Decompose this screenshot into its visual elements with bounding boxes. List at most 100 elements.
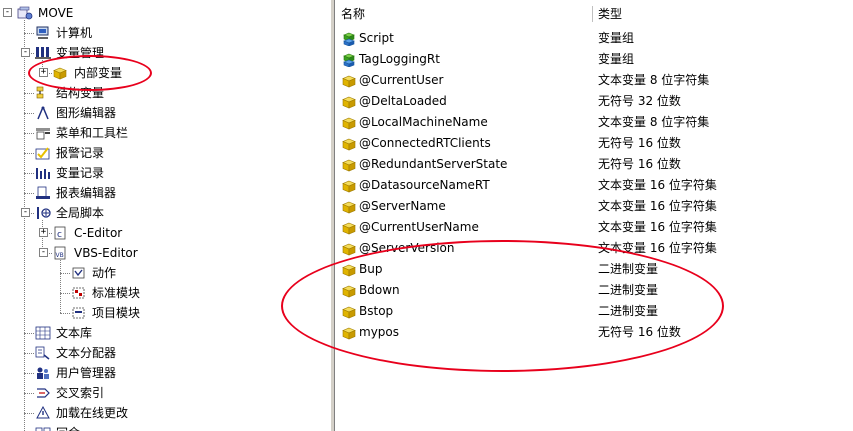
tag-name-cell: Bdown bbox=[359, 283, 400, 297]
table-row[interactable]: TagLoggingRt 变量组 bbox=[335, 49, 853, 70]
tree-item-label: 菜单和工具栏 bbox=[56, 126, 129, 140]
tag-name-cell: @CurrentUserName bbox=[359, 220, 479, 234]
tree-item-label: 文本分配器 bbox=[56, 346, 117, 360]
c-editor-icon: c bbox=[53, 226, 69, 240]
tree-item-6[interactable]: 图形编辑器 bbox=[0, 103, 330, 123]
tree-item-13[interactable]: - VB VBS-Editor bbox=[0, 243, 330, 263]
tree-item-12[interactable]: + c C-Editor bbox=[0, 223, 330, 243]
computer-project-icon bbox=[17, 6, 33, 20]
column-header-type[interactable]: 类型 bbox=[592, 4, 853, 24]
tag-name-cell: Bup bbox=[359, 262, 383, 276]
table-row[interactable]: Bdown 二进制变量 bbox=[335, 280, 853, 301]
tag-type-cell: 二进制变量 bbox=[598, 283, 659, 297]
tag-name-cell: @ServerVersion bbox=[359, 241, 455, 255]
table-row[interactable]: @LocalMachineName 文本变量 8 位字符集 bbox=[335, 112, 853, 133]
project-tree-pane[interactable]: - MOVE 计算机 - 变量管理 + 内部变量结构变量图形编辑器菜单和工具栏报警记录变量记… bbox=[0, 0, 330, 431]
tag-name-cell: @DatasourceNameRT bbox=[359, 178, 490, 192]
tree-expand-icon[interactable]: + bbox=[39, 68, 48, 77]
table-row[interactable]: @ServerVersion 文本变量 16 位字符集 bbox=[335, 238, 853, 259]
menu-toolbar-icon bbox=[35, 126, 51, 140]
tree-collapse-icon[interactable]: - bbox=[21, 208, 30, 217]
tree-item-label: 全局脚本 bbox=[56, 206, 105, 220]
tag-name-cell: @DeltaLoaded bbox=[359, 94, 447, 108]
tag-cube-icon bbox=[342, 221, 356, 235]
graphics-editor-icon bbox=[35, 106, 51, 120]
tag-type-cell: 文本变量 16 位字符集 bbox=[598, 241, 717, 255]
tag-name-cell: @LocalMachineName bbox=[359, 115, 488, 129]
tree-item-label: 变量记录 bbox=[56, 166, 105, 180]
tree-collapse-icon[interactable]: - bbox=[3, 8, 12, 17]
tree-item-22[interactable]: 冗余 bbox=[0, 423, 330, 431]
tree-item-17[interactable]: 文本库 bbox=[0, 323, 330, 343]
table-row[interactable]: @RedundantServerState 无符号 16 位数 bbox=[335, 154, 853, 175]
tree-item-label: 结构变量 bbox=[56, 86, 105, 100]
tree-item-4[interactable]: + 内部变量 bbox=[0, 63, 330, 83]
tag-cube-icon bbox=[342, 95, 356, 109]
table-row[interactable]: @DeltaLoaded 无符号 32 位数 bbox=[335, 91, 853, 112]
tag-type-cell: 二进制变量 bbox=[598, 262, 659, 276]
global-script-icon bbox=[35, 206, 51, 220]
tag-list-pane[interactable]: 名称 类型 Script 变量组 TagLoggingRt 变量组 @CurrentUs… bbox=[335, 0, 853, 431]
tree-item-10[interactable]: 报表编辑器 bbox=[0, 183, 330, 203]
tree-item-18[interactable]: 文本分配器 bbox=[0, 343, 330, 363]
table-row[interactable]: @ServerName 文本变量 16 位字符集 bbox=[335, 196, 853, 217]
tree-collapse-icon[interactable]: - bbox=[39, 248, 48, 257]
tag-type-cell: 变量组 bbox=[598, 31, 635, 45]
tag-type-cell: 无符号 32 位数 bbox=[598, 94, 681, 108]
tree-item-label: VBS-Editor bbox=[74, 246, 138, 260]
tree-item-11[interactable]: - 全局脚本 bbox=[0, 203, 330, 223]
tree-item-label: 变量管理 bbox=[56, 46, 105, 60]
table-row[interactable]: mypos 无符号 16 位数 bbox=[335, 322, 853, 343]
tag-type-cell: 文本变量 16 位字符集 bbox=[598, 220, 717, 234]
tag-type-cell: 文本变量 8 位字符集 bbox=[598, 115, 710, 129]
list-header: 名称 类型 bbox=[335, 4, 853, 24]
tag-name-cell: @ServerName bbox=[359, 199, 446, 213]
tree-item-21[interactable]: 加载在线更改 bbox=[0, 403, 330, 423]
tag-group-icon bbox=[342, 53, 356, 68]
tree-item-20[interactable]: 交叉索引 bbox=[0, 383, 330, 403]
tree-item-2[interactable]: 计算机 bbox=[0, 23, 330, 43]
tree-item-label: 项目模块 bbox=[92, 306, 141, 320]
svg-text:c: c bbox=[57, 230, 62, 240]
tree-item-19[interactable]: 用户管理器 bbox=[0, 363, 330, 383]
action-icon bbox=[71, 266, 87, 280]
tree-collapse-icon[interactable]: - bbox=[21, 48, 30, 57]
tree-item-1[interactable]: - MOVE bbox=[0, 3, 330, 23]
tag-type-cell: 无符号 16 位数 bbox=[598, 157, 681, 171]
tree-item-9[interactable]: 变量记录 bbox=[0, 163, 330, 183]
tree-item-14[interactable]: 动作 bbox=[0, 263, 330, 283]
tree-item-3[interactable]: - 变量管理 bbox=[0, 43, 330, 63]
tree-item-label: 冗余 bbox=[56, 423, 80, 431]
tree-item-15[interactable]: 标准模块 bbox=[0, 283, 330, 303]
text-library-icon bbox=[35, 326, 51, 340]
tree-item-5[interactable]: 结构变量 bbox=[0, 83, 330, 103]
tag-type-cell: 无符号 16 位数 bbox=[598, 136, 681, 150]
tag-cube-icon bbox=[342, 326, 356, 340]
tree-item-16[interactable]: 项目模块 bbox=[0, 303, 330, 323]
table-row[interactable]: Script 变量组 bbox=[335, 28, 853, 49]
table-row[interactable]: @ConnectedRTClients 无符号 16 位数 bbox=[335, 133, 853, 154]
tag-management-icon bbox=[35, 46, 51, 60]
alarm-logging-icon bbox=[35, 146, 51, 160]
text-distributor-icon bbox=[35, 346, 51, 360]
table-row[interactable]: Bstop 二进制变量 bbox=[335, 301, 853, 322]
tag-cube-icon bbox=[342, 74, 356, 88]
table-row[interactable]: @DatasourceNameRT 文本变量 16 位字符集 bbox=[335, 175, 853, 196]
tag-name-cell: TagLoggingRt bbox=[359, 52, 440, 66]
tree-item-7[interactable]: 菜单和工具栏 bbox=[0, 123, 330, 143]
load-online-changes-icon bbox=[35, 405, 51, 420]
tree-item-8[interactable]: 报警记录 bbox=[0, 143, 330, 163]
tag-name-cell: @CurrentUser bbox=[359, 73, 444, 87]
table-row[interactable]: @CurrentUserName 文本变量 16 位字符集 bbox=[335, 217, 853, 238]
tree-item-label: 交叉索引 bbox=[56, 386, 105, 400]
redundancy-icon bbox=[35, 426, 51, 431]
svg-text:VB: VB bbox=[56, 252, 64, 259]
cube-group-icon bbox=[53, 66, 69, 80]
tag-cube-icon bbox=[342, 305, 356, 319]
report-editor-icon bbox=[35, 186, 51, 200]
tag-logging-icon bbox=[35, 166, 51, 180]
column-header-name[interactable]: 名称 bbox=[335, 4, 592, 24]
table-row[interactable]: Bup 二进制变量 bbox=[335, 259, 853, 280]
tree-expand-icon[interactable]: + bbox=[39, 228, 48, 237]
table-row[interactable]: @CurrentUser 文本变量 8 位字符集 bbox=[335, 70, 853, 91]
